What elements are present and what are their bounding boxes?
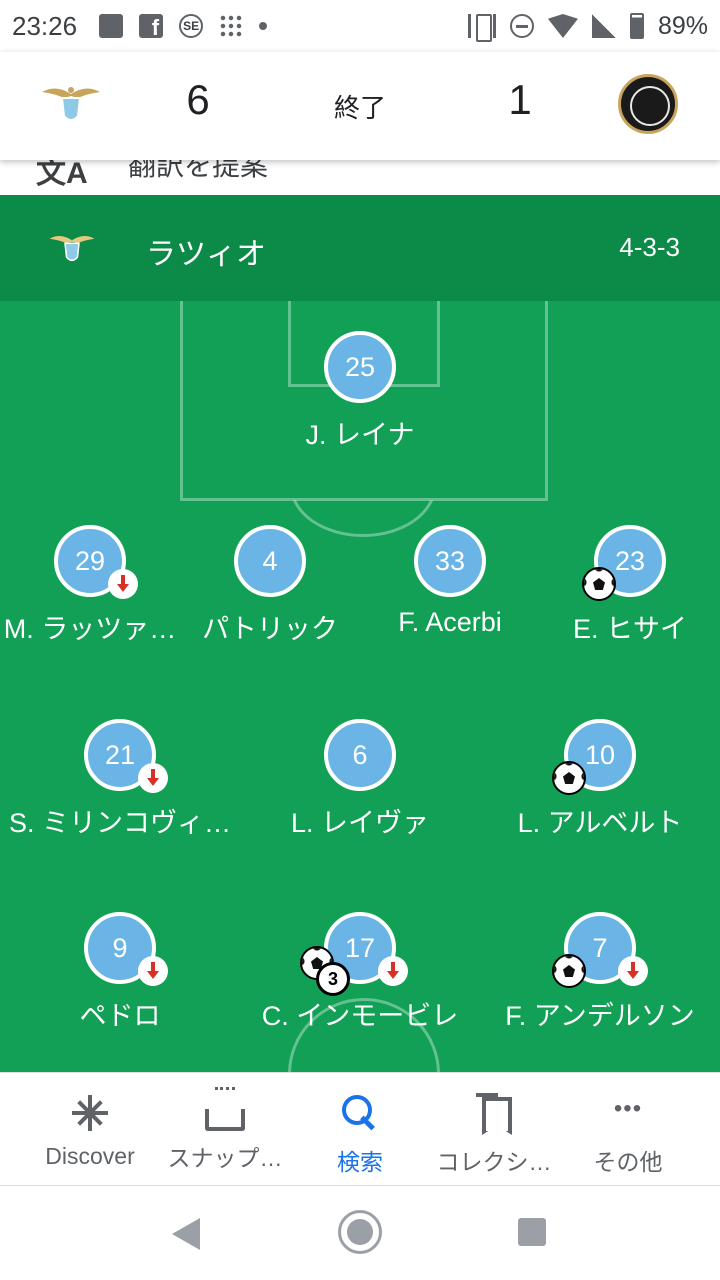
lazio-crest-icon[interactable] (40, 82, 102, 126)
search-icon (338, 1091, 382, 1135)
substitution-off-icon (138, 956, 168, 986)
do-not-disturb-icon (509, 14, 534, 38)
lazio-crest-icon (49, 235, 95, 262)
nav-discover[interactable]: Discover (20, 1091, 160, 1170)
team-name: ラツィオ (146, 238, 266, 271)
system-status-icons: 89% (467, 11, 708, 42)
lineup-pitch: 25 J. レイナ 29 M. ラッツァ… 4 パトリック 33 F. Acer… (0, 301, 720, 1072)
status-bar: 23:26 f SE 89% (0, 0, 720, 52)
suggest-translation-label: 翻訳を提案 (128, 160, 269, 181)
recents-icon[interactable] (518, 1218, 546, 1246)
substitution-off-icon (138, 763, 168, 793)
nav-label: Discover (45, 1143, 135, 1169)
nav-label: その他 (593, 1149, 663, 1175)
collections-icon (472, 1091, 516, 1135)
nav-snapshot[interactable]: スナップ… (155, 1087, 295, 1173)
goal-ball-icon (582, 567, 616, 601)
status-time: 23:26 (12, 10, 78, 41)
suggest-translation-row[interactable]: 文A 翻訳を提案 (0, 160, 720, 195)
team-header: ラツィオ 4-3-3 (0, 195, 720, 301)
team-formation: 4-3-3 (619, 232, 680, 262)
image-icon (99, 14, 124, 38)
nav-label: 検索 (337, 1149, 383, 1175)
battery-percent: 89% (657, 11, 708, 40)
back-icon[interactable] (172, 1218, 200, 1250)
match-score-header: 6 終了 1 (0, 52, 720, 160)
goal-ball-icon (552, 954, 586, 988)
substitution-off-icon (108, 569, 138, 599)
player-number: 25 (324, 331, 396, 403)
wifi-icon (547, 14, 578, 38)
spezia-crest-icon[interactable] (618, 74, 678, 134)
snapshot-icon (205, 1087, 245, 1131)
player-number: 33 (414, 525, 486, 597)
match-status: 終了 (333, 93, 386, 123)
signal-icon (591, 14, 616, 38)
player-name: F. アンデルソン (505, 1001, 695, 1031)
system-navigation (0, 1186, 720, 1280)
se-app-icon: SE (179, 14, 204, 38)
player-name: S. ミリンコヴィ… (8, 808, 231, 838)
battery-icon (629, 13, 644, 39)
player-number: 4 (234, 525, 306, 597)
player-name: C. インモービレ (261, 1001, 459, 1031)
player-name: L. アルベルト (517, 808, 683, 838)
away-score: 1 (508, 76, 532, 123)
substitution-off-icon (618, 956, 648, 986)
nav-more[interactable]: その他 (558, 1091, 698, 1177)
discover-icon (68, 1091, 112, 1135)
vibrate-icon (467, 14, 496, 42)
more-icon (606, 1091, 650, 1135)
notification-dot-icon (259, 22, 268, 30)
player-name: J. レイナ (305, 420, 415, 450)
translate-icon: 文A (36, 160, 88, 190)
dots-grid-icon (219, 14, 244, 38)
notification-icons: f SE (99, 14, 268, 40)
home-score: 6 (186, 76, 210, 123)
bottom-navigation: Discover スナップ… 検索 コレクシ… その他 (0, 1072, 720, 1186)
player-name: ペドロ (79, 1001, 161, 1031)
goal-count-badge: 3 (316, 962, 350, 996)
player-name: E. ヒサイ (572, 614, 687, 644)
nav-label: コレクシ… (436, 1149, 552, 1175)
home-icon[interactable] (338, 1210, 382, 1254)
player-number: 6 (324, 719, 396, 791)
player-name: L. レイヴァ (290, 808, 430, 838)
goal-ball-icon (552, 761, 586, 795)
facebook-icon: f (139, 14, 164, 40)
nav-search[interactable]: 検索 (290, 1091, 430, 1177)
nav-collections[interactable]: コレクシ… (424, 1091, 564, 1177)
nav-label: スナップ… (167, 1145, 283, 1171)
substitution-off-icon (378, 956, 408, 986)
